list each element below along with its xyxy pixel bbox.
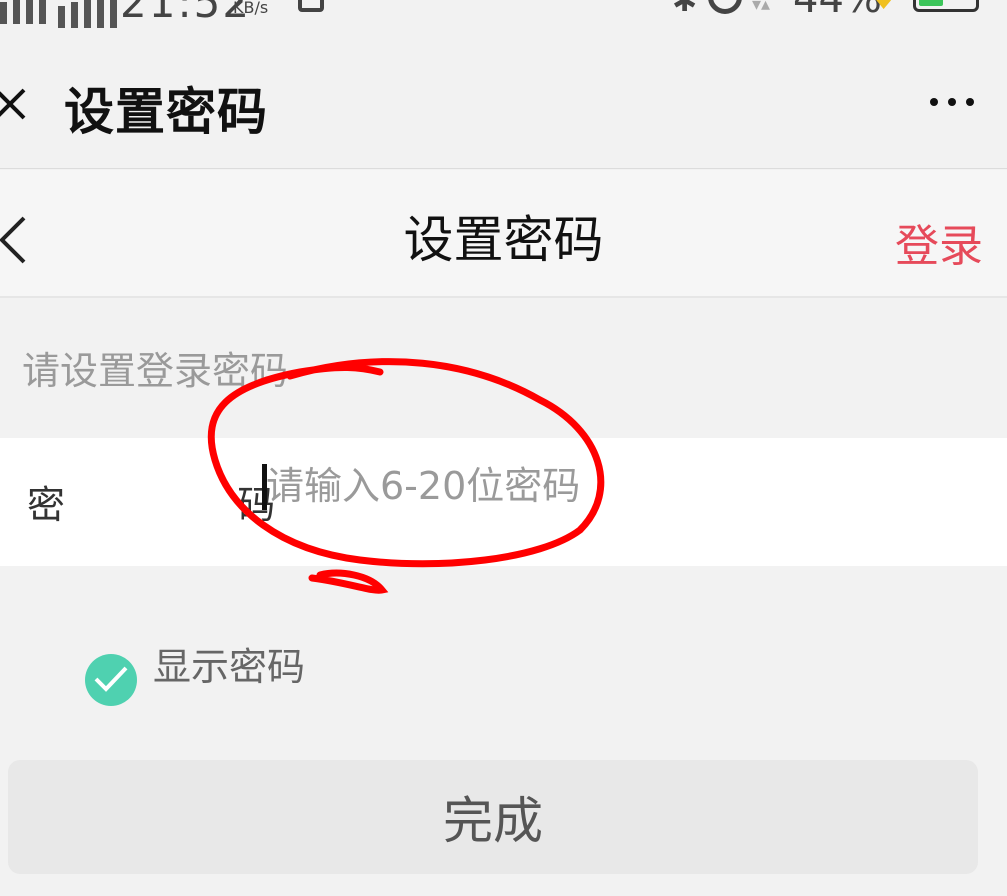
wifi-icon: ▾▴ bbox=[752, 0, 771, 15]
app-title-bar: 设置密码 bbox=[0, 28, 1007, 169]
sync-icon bbox=[708, 0, 742, 14]
battery-fill bbox=[919, 0, 943, 6]
done-button[interactable]: 完成 bbox=[8, 760, 978, 874]
more-icon[interactable] bbox=[930, 98, 974, 106]
network-speed-unit: KB/s bbox=[233, 0, 269, 17]
app-title: 设置密码 bbox=[64, 83, 268, 141]
signal-icon bbox=[58, 0, 117, 28]
heart-icon: ♥ bbox=[872, 0, 896, 16]
login-link[interactable]: 登录 bbox=[895, 210, 983, 274]
show-password-label: 显示密码 bbox=[153, 644, 306, 689]
check-icon[interactable] bbox=[85, 654, 137, 706]
close-icon[interactable] bbox=[0, 86, 28, 122]
password-row: 密 码 bbox=[0, 438, 1007, 566]
photo-notification-icon bbox=[298, 0, 324, 12]
status-time: 21:52 bbox=[120, 0, 252, 27]
text-cursor bbox=[262, 464, 267, 510]
password-hint: 请设置登录密码 bbox=[22, 349, 289, 393]
status-bar: 21:52 KB/s ✱ ▾▴ 44% ♥ bbox=[0, 0, 1007, 28]
password-input[interactable] bbox=[266, 456, 866, 516]
page-title: 设置密码 bbox=[403, 211, 604, 269]
battery-icon bbox=[913, 0, 979, 12]
bluetooth-icon: ✱ bbox=[672, 0, 698, 19]
battery-percent: 44% bbox=[793, 0, 882, 22]
signal-icon bbox=[0, 0, 46, 24]
show-password-toggle[interactable]: 显示密码 bbox=[85, 636, 305, 706]
page-nav-bar: 设置密码 登录 bbox=[0, 170, 1007, 298]
